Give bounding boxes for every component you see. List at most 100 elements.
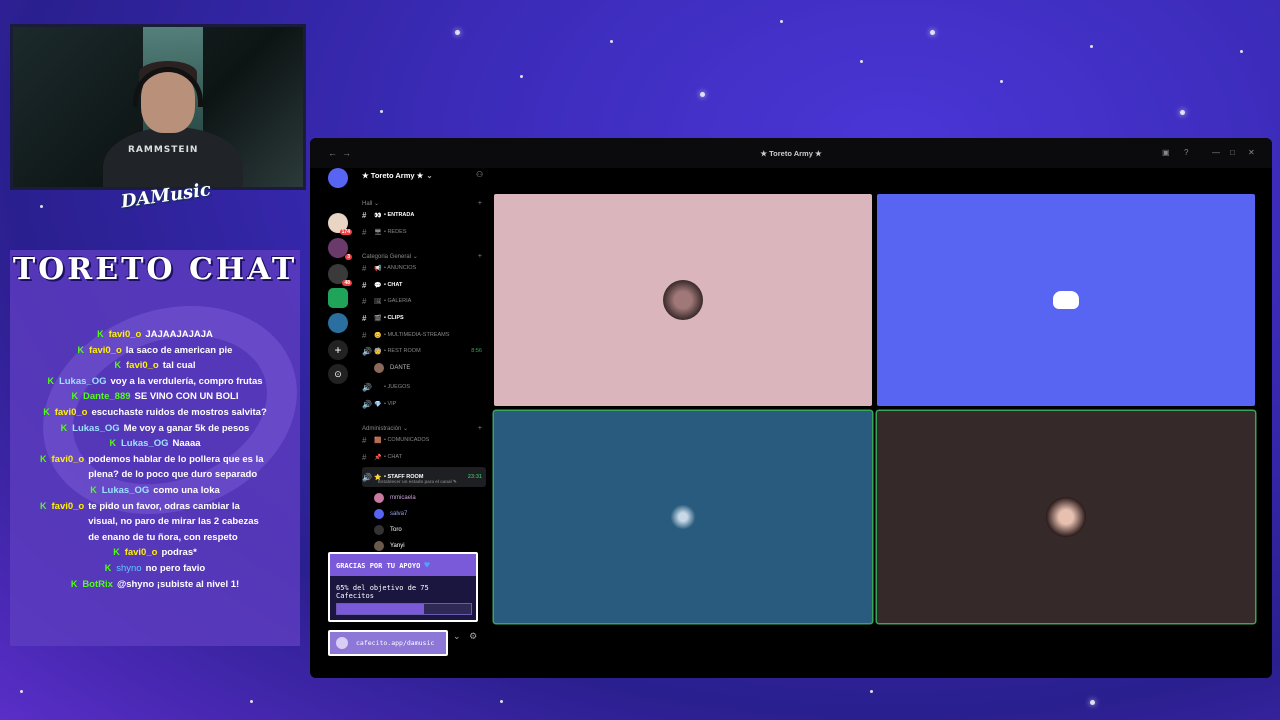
shirt-text: RAMMSTEIN	[128, 145, 199, 155]
chat-username: favi0_o	[89, 344, 122, 356]
speaker-icon: 🔊	[362, 382, 372, 392]
explore-icon[interactable]: ⊙	[328, 364, 348, 384]
hash-icon: #	[362, 435, 367, 445]
chat-username: favi0_o	[108, 329, 142, 340]
channel-multimedia-streams[interactable]: # 😊 • MULTIMEDIA-STREAMS	[362, 328, 486, 342]
channel-chat[interactable]: # 📌 • CHAT	[362, 450, 486, 464]
channel-emoji: 🖼	[374, 298, 382, 305]
channel-redes[interactable]: # 🖥 • REDES	[362, 225, 486, 239]
discord-home-icon[interactable]	[328, 168, 348, 188]
kick-badge-icon: K	[60, 422, 68, 433]
voice-member[interactable]: mmicaela	[374, 491, 416, 505]
chat-username: Lukas_OG	[72, 422, 120, 434]
voice-member[interactable]: DANTE	[374, 361, 410, 375]
server-name-header[interactable]: ★ Toreto Army ★ ⌄	[362, 171, 482, 185]
add-channel-icon[interactable]: +	[478, 253, 482, 260]
voice-member[interactable]: Yanyi	[374, 539, 405, 553]
chat-text: Me voy a ganar 5k de pesos	[123, 422, 250, 434]
channel-entrada[interactable]: # 👀 • ENTRADA	[362, 208, 486, 222]
channel-vip[interactable]: 🔊 💎 • VIP	[362, 397, 486, 411]
kick-badge-icon: K	[109, 438, 116, 449]
member-name: DANTE	[390, 365, 411, 371]
chat-username: favi0_o	[126, 360, 159, 372]
kick-badge-icon: K	[114, 360, 122, 371]
speaker-icon: 🔊	[362, 472, 372, 482]
voice-member[interactable]: Toro	[374, 523, 402, 537]
server-icon[interactable]: 174	[328, 213, 352, 235]
channel-juegos[interactable]: 🔊 • JUEGOS	[362, 380, 486, 394]
speaker-icon: 🔊	[362, 346, 372, 356]
channel-anuncios[interactable]: # 📢 • ANUNCIOS	[362, 261, 486, 275]
chat-message: Kfavi0_o podemos hablar de lo pollera que…	[10, 452, 300, 483]
chat-message: Kfavi0_o escuchaste ruidos de mostros sal…	[10, 405, 300, 421]
avatar	[374, 509, 384, 519]
add-channel-icon[interactable]: +	[478, 200, 482, 207]
voice-member[interactable]: salva7	[374, 507, 407, 521]
channel-clips[interactable]: # 🎬 • CLIPS	[362, 311, 486, 325]
channel-emoji: 💬	[374, 282, 382, 289]
channel-staff-room[interactable]: 🔊 ⭐ • STAFF ROOM 23:31 Establecer un estado …	[362, 467, 486, 487]
kick-badge-icon: K	[40, 453, 47, 464]
add-channel-icon[interactable]: +	[478, 425, 482, 432]
channel-comunicados[interactable]: # 🟫 • COMUNICADOS	[362, 433, 486, 447]
help-icon[interactable]: ?	[1184, 148, 1188, 157]
chat-text: te pido un favor, odras cambiar la visua…	[88, 500, 259, 543]
kick-badge-icon: K	[70, 578, 78, 589]
member-name: mmicaela	[390, 495, 416, 501]
hash-icon: #	[362, 452, 367, 462]
channel-name: • ENTRADA	[384, 212, 415, 218]
channel-rest-room[interactable]: 🔊 🧓 • REST ROOM 8:56	[362, 344, 486, 358]
chat-message: K BotRix @shyno ¡subiste al nivel 1!	[10, 577, 300, 593]
chevron-down-icon[interactable]: ⌄	[453, 632, 461, 642]
close-icon[interactable]: ✕	[1248, 148, 1255, 157]
chat-text: tal cual	[162, 360, 196, 372]
hash-icon: #	[362, 227, 367, 237]
channel-status: Establecer un estado para el canal ✎	[378, 479, 457, 484]
gear-icon[interactable]: ⚙	[469, 632, 477, 642]
channel-category[interactable]: Hall ⌄	[362, 200, 379, 207]
server-icon[interactable]: 48	[328, 264, 352, 286]
video-tile-user-1[interactable]	[494, 194, 872, 406]
chat-message: K Lukas_OG como una loka	[10, 483, 300, 499]
chat-text: escuchaste ruidos de mostros salvita?	[91, 406, 267, 418]
active-server-icon[interactable]	[328, 313, 348, 333]
donation-goal-widget: GRACIAS POR TU APOYO ♥ 65% del objetivo d…	[328, 552, 478, 622]
chat-message: K Lukas_OG voy a la verdulería, compro fru…	[10, 374, 300, 390]
kick-badge-icon: K	[77, 344, 85, 355]
member-name: Toro	[390, 527, 402, 533]
channel-chat[interactable]: # 💬 • CHAT	[362, 278, 486, 292]
hash-icon: #	[362, 330, 367, 340]
channel-category[interactable]: Categoria General ⌄	[362, 253, 418, 260]
inbox-icon[interactable]: ▣	[1162, 148, 1170, 157]
add-user-icon[interactable]: ⚇	[476, 170, 486, 180]
server-icon[interactable]	[328, 288, 348, 308]
video-tile-user-4[interactable]	[877, 411, 1255, 623]
maximize-icon[interactable]: □	[1230, 148, 1235, 157]
channel-galeria[interactable]: # 🖼 • GALERIA	[362, 294, 486, 308]
channel-emoji: 👀	[374, 212, 382, 219]
chat-username: favi0_o	[51, 453, 85, 465]
donation-header-text: GRACIAS POR TU APOYO	[336, 562, 421, 570]
channel-name: • REDES	[384, 229, 407, 235]
chat-username: favi0_o	[54, 406, 88, 418]
video-tile-user-2[interactable]	[877, 194, 1255, 406]
window-title: ★ Toreto Army ★	[760, 149, 822, 158]
user-avatar	[1046, 497, 1086, 537]
channel-name: • COMUNICADOS	[384, 437, 430, 443]
chat-text: podemos hablar de lo pollera que es la p…	[88, 453, 264, 481]
cafecito-link[interactable]: cafecito.app/damusic	[328, 630, 448, 656]
coffee-cup-icon	[336, 637, 348, 649]
chat-text: la saco de american pie	[125, 344, 233, 356]
channel-category[interactable]: Administración ⌄	[362, 425, 408, 432]
chat-text: JAJAAJAJAJA	[145, 329, 213, 340]
server-icon[interactable]: 3	[328, 238, 352, 260]
hash-icon: #	[362, 313, 367, 323]
add-server-icon[interactable]: +	[328, 340, 348, 360]
webcam-feed: RAMMSTEIN	[10, 24, 306, 190]
video-tile-user-3[interactable]	[494, 411, 872, 623]
chat-message-list: Kfavi0_o JAJAAJAJAJA Kfavi0_o la saco de am…	[10, 327, 300, 592]
hash-icon: #	[362, 210, 367, 220]
hash-icon: #	[362, 280, 367, 290]
channel-name: • REST ROOM	[384, 348, 421, 354]
minimize-icon[interactable]: —	[1212, 148, 1220, 157]
